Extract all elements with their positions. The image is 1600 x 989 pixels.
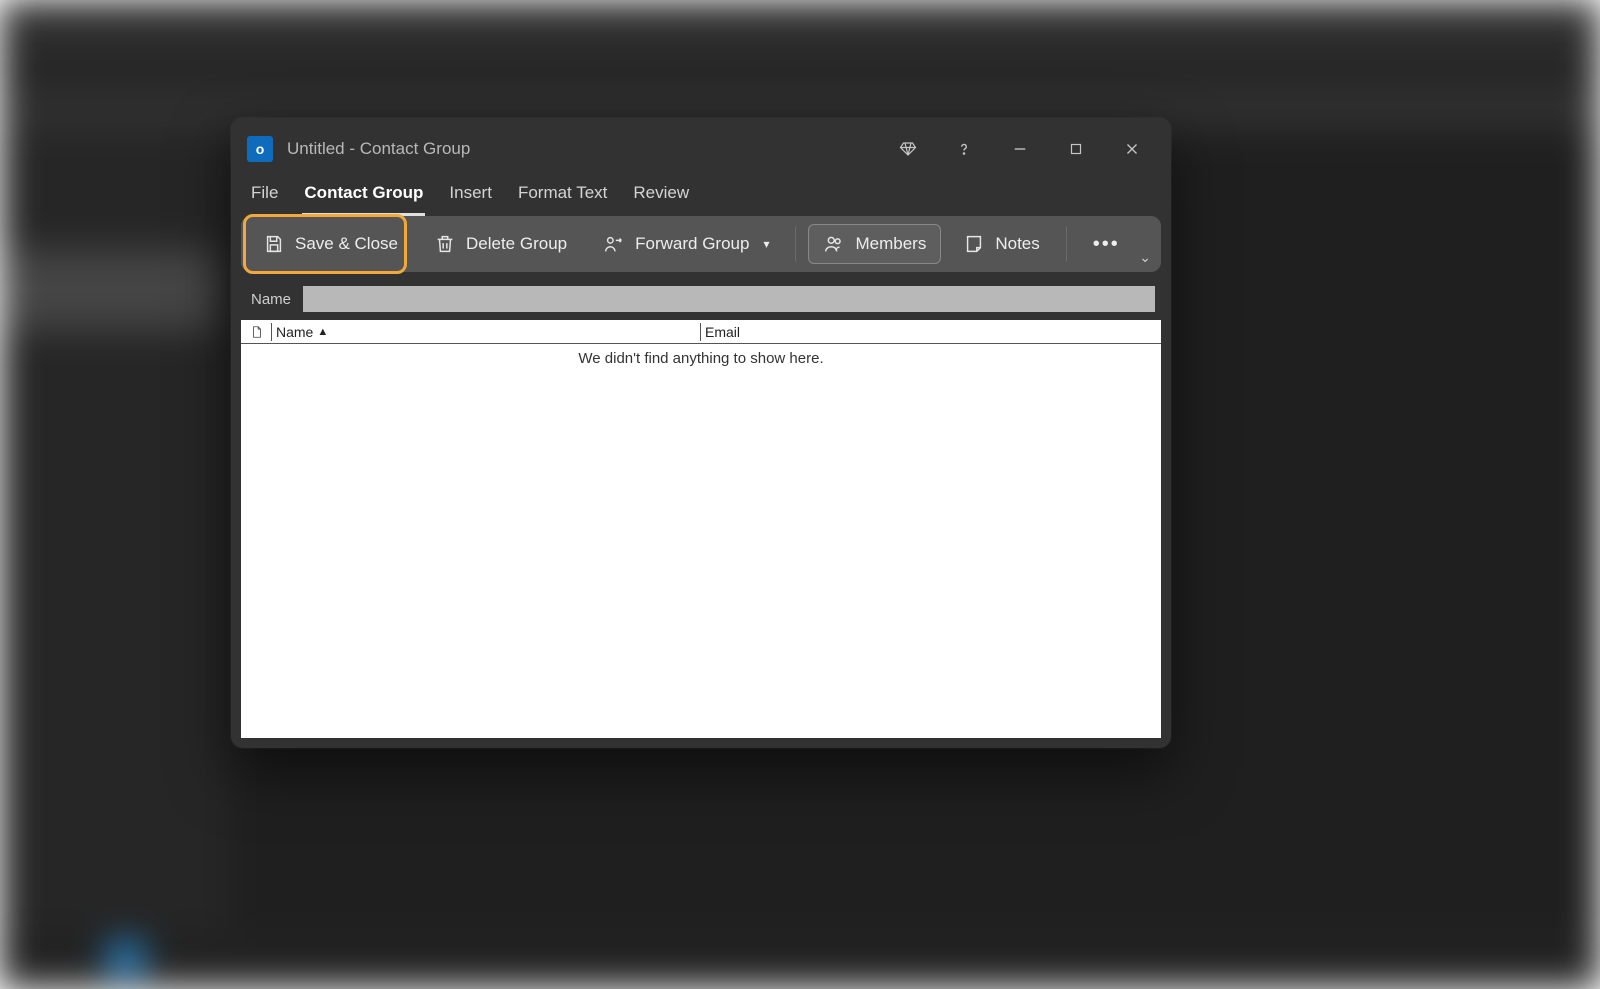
doc-title: Untitled bbox=[287, 139, 345, 158]
window-title: Untitled - Contact Group bbox=[287, 139, 470, 159]
save-icon bbox=[263, 233, 285, 255]
name-field-label: Name bbox=[251, 291, 291, 308]
column-header-name[interactable]: Name ▲ bbox=[276, 324, 696, 340]
notes-button[interactable]: Notes bbox=[949, 225, 1053, 263]
contact-group-window: o Untitled - Contact Group File Contact bbox=[231, 118, 1171, 748]
titlebar: o Untitled - Contact Group bbox=[231, 118, 1171, 180]
forward-people-icon bbox=[603, 233, 625, 255]
column-name-label: Name bbox=[276, 324, 313, 340]
column-email-label: Email bbox=[705, 324, 740, 340]
ribbon-tabs: File Contact Group Insert Format Text Re… bbox=[231, 180, 1171, 216]
title-sep: - bbox=[345, 139, 360, 158]
notes-icon bbox=[963, 233, 985, 255]
trash-icon bbox=[434, 233, 456, 255]
ellipsis-icon: ••• bbox=[1093, 233, 1120, 256]
empty-state-message: We didn't find anything to show here. bbox=[241, 344, 1161, 373]
save-and-close-button[interactable]: Save & Close bbox=[249, 225, 412, 263]
sort-ascending-icon: ▲ bbox=[317, 326, 328, 338]
ribbon-separator bbox=[795, 227, 796, 261]
tab-review[interactable]: Review bbox=[631, 183, 691, 216]
forward-group-label: Forward Group bbox=[635, 234, 749, 254]
premium-diamond-icon[interactable] bbox=[883, 131, 933, 167]
forward-group-button[interactable]: Forward Group ▾ bbox=[589, 225, 783, 263]
window-controls bbox=[883, 131, 1157, 167]
help-icon[interactable] bbox=[939, 131, 989, 167]
ribbon-separator-2 bbox=[1066, 227, 1067, 261]
col-divider bbox=[271, 323, 272, 341]
column-header-email[interactable]: Email bbox=[705, 324, 1161, 340]
more-options-button[interactable]: ••• bbox=[1079, 225, 1134, 264]
tab-contact-group[interactable]: Contact Group bbox=[302, 183, 425, 216]
content-body: Name Name ▲ Email We didn't find anythin… bbox=[241, 286, 1161, 738]
ribbon: Save & Close Delete Group Forward Group … bbox=[241, 216, 1161, 272]
ribbon-collapse-chevron-icon[interactable]: ⌄ bbox=[1139, 249, 1151, 266]
group-name-input[interactable] bbox=[303, 286, 1155, 312]
close-button[interactable] bbox=[1107, 131, 1157, 167]
window-type: Contact Group bbox=[360, 139, 471, 158]
delete-group-button[interactable]: Delete Group bbox=[420, 225, 581, 263]
col-divider-2 bbox=[700, 323, 701, 341]
members-icon bbox=[823, 233, 845, 255]
save-close-label: Save & Close bbox=[295, 234, 398, 254]
maximize-button[interactable] bbox=[1051, 131, 1101, 167]
doc-type-icon[interactable] bbox=[247, 324, 267, 340]
minimize-button[interactable] bbox=[995, 131, 1045, 167]
name-row: Name bbox=[241, 286, 1161, 320]
tab-file[interactable]: File bbox=[249, 183, 280, 216]
members-button[interactable]: Members bbox=[808, 224, 941, 264]
members-list-panel: Name ▲ Email We didn't find anything to … bbox=[241, 320, 1161, 738]
notes-label: Notes bbox=[995, 234, 1039, 254]
delete-group-label: Delete Group bbox=[466, 234, 567, 254]
column-headers: Name ▲ Email bbox=[241, 320, 1161, 344]
outlook-app-icon: o bbox=[247, 136, 273, 162]
tab-insert[interactable]: Insert bbox=[447, 183, 494, 216]
tab-format-text[interactable]: Format Text bbox=[516, 183, 609, 216]
members-label: Members bbox=[855, 234, 926, 254]
chevron-down-icon: ▾ bbox=[763, 237, 769, 251]
